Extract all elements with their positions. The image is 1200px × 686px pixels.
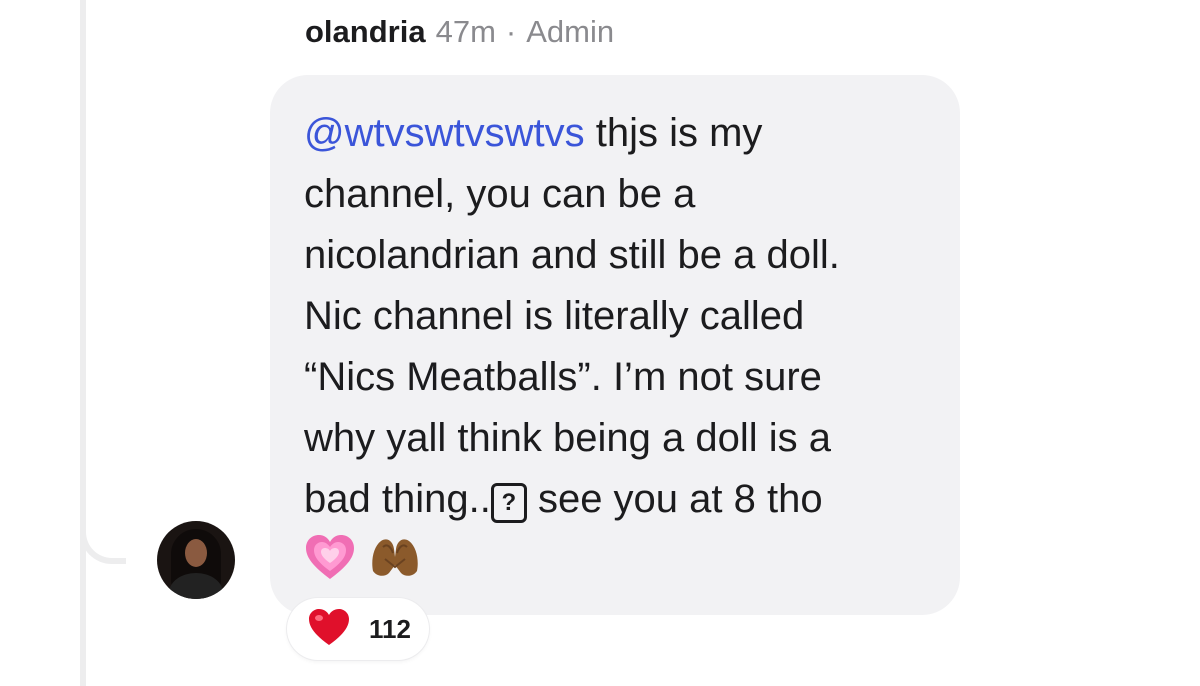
growing-heart-emoji — [304, 533, 356, 599]
text-line-7b: see you at 8 tho — [526, 477, 823, 521]
red-heart-icon — [307, 607, 351, 652]
reaction-count: 112 — [369, 613, 411, 644]
heart-hands-emoji — [367, 533, 423, 599]
comment-text: @wtvswtvswtvs thjs is my channel, you ca… — [304, 103, 934, 599]
text-line-1: thjs is my — [584, 111, 763, 155]
author-avatar[interactable] — [157, 521, 235, 599]
thread-connector-curve — [80, 500, 126, 564]
comment-timestamp: 47m — [435, 14, 496, 49]
author-role-badge: Admin — [526, 14, 615, 49]
text-line-7a: bad thing.. — [304, 477, 491, 521]
text-line-5: “Nics Meatballs”. I’m not sure — [304, 355, 822, 399]
comment-thread: olandria 47m · Admin @wtvswtvswtvs thjs … — [0, 0, 1200, 686]
avatar-face — [185, 539, 207, 567]
comment-header: olandria 47m · Admin — [305, 14, 614, 60]
author-name[interactable]: olandria — [305, 14, 426, 50]
reaction-pill[interactable]: 112 — [287, 598, 429, 660]
user-mention-link[interactable]: @wtvswtvswtvs — [304, 111, 585, 155]
text-line-4: Nic channel is literally called — [304, 294, 805, 338]
meta-separator: · — [505, 14, 517, 49]
text-line-2: channel, you can be a — [304, 172, 696, 216]
text-line-3: nicolandrian and still be a doll. — [304, 233, 840, 277]
comment-bubble[interactable]: @wtvswtvswtvs thjs is my channel, you ca… — [270, 75, 960, 615]
unknown-glyph-icon: ? — [490, 483, 527, 523]
thread-connector-line — [80, 0, 86, 686]
text-line-6: why yall think being a doll is a — [304, 416, 831, 460]
